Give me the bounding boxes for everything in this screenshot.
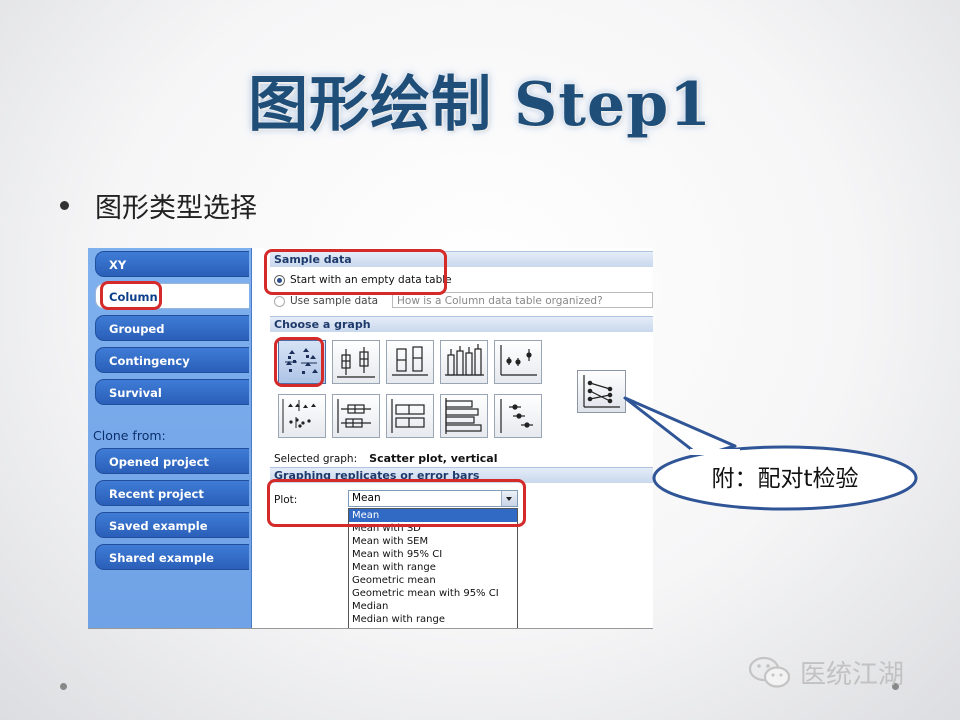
prism-welcome-dialog: XY Column Grouped Contingency Survival C… bbox=[88, 248, 653, 629]
floating-bars-vertical-icon[interactable] bbox=[386, 340, 434, 384]
dropdown-option[interactable]: Geometric mean bbox=[349, 574, 517, 587]
sidebar-item-grouped[interactable]: Grouped bbox=[95, 315, 249, 341]
highlight-plot bbox=[267, 479, 526, 527]
wechat-icon bbox=[748, 656, 791, 688]
watermark: 医统江湖 bbox=[748, 654, 904, 691]
dropdown-option[interactable]: Mean with SEM bbox=[349, 535, 517, 548]
highlight-sample-data bbox=[264, 249, 447, 295]
choose-graph-header: Choose a graph bbox=[270, 316, 653, 332]
dropdown-option[interactable]: Mean with range bbox=[349, 561, 517, 574]
sidebar-item-xy[interactable]: XY bbox=[95, 251, 249, 277]
sidebar-item-saved-example[interactable]: Saved example bbox=[95, 512, 249, 538]
scatter-horizontal-icon[interactable] bbox=[278, 394, 326, 438]
floating-bars-horizontal-icon[interactable] bbox=[386, 394, 434, 438]
box-whisker-horizontal-icon[interactable] bbox=[332, 394, 380, 438]
mean-error-vertical-icon[interactable] bbox=[494, 340, 542, 384]
selected-graph-label: Selected graph: bbox=[274, 453, 358, 465]
decoration-dot bbox=[60, 683, 67, 690]
highlight-scatter bbox=[274, 337, 324, 387]
dialog-main-panel: Sample data Start with an empty data tab… bbox=[252, 248, 653, 628]
selected-graph-value: Scatter plot, vertical bbox=[369, 452, 498, 465]
watermark-text: 医统江湖 bbox=[800, 660, 905, 690]
dropdown-option[interactable]: Mean with 95% CI bbox=[349, 548, 517, 561]
mean-error-horizontal-icon[interactable] bbox=[494, 394, 542, 438]
radio-sample-data-label: Use sample data bbox=[290, 295, 379, 307]
callout-text: 附：配对t检验 bbox=[711, 466, 859, 492]
clone-from-label: Clone from: bbox=[93, 428, 166, 443]
slide-title: 图形绘制 Step1 bbox=[248, 70, 712, 140]
radio-unselected-icon[interactable] bbox=[274, 295, 285, 307]
sidebar-item-shared-example[interactable]: Shared example bbox=[95, 544, 249, 570]
bars-horizontal-icon[interactable] bbox=[440, 394, 488, 438]
box-whisker-vertical-icon[interactable] bbox=[332, 340, 380, 384]
selected-graph-row: Selected graph: Scatter plot, vertical bbox=[274, 452, 498, 465]
highlight-column bbox=[100, 281, 162, 310]
sidebar-item-survival[interactable]: Survival bbox=[95, 379, 249, 405]
dropdown-option[interactable]: Median bbox=[349, 600, 517, 613]
dropdown-option[interactable]: Median with range bbox=[349, 613, 517, 626]
bullet-dot bbox=[60, 201, 69, 210]
sidebar-item-opened-project[interactable]: Opened project bbox=[95, 448, 249, 474]
radio-sample-data[interactable]: Use sample data bbox=[274, 295, 378, 307]
bullet-text: 图形类型选择 bbox=[95, 193, 257, 224]
sidebar-item-recent-project[interactable]: Recent project bbox=[95, 480, 249, 506]
before-after-icon[interactable] bbox=[577, 370, 626, 413]
sidebar-item-contingency[interactable]: Contingency bbox=[95, 347, 249, 373]
column-bars-vertical-icon[interactable] bbox=[440, 340, 488, 384]
bullet-item: 图形类型选择 bbox=[60, 186, 257, 225]
dropdown-option[interactable]: Geometric mean with 95% CI bbox=[349, 587, 517, 600]
